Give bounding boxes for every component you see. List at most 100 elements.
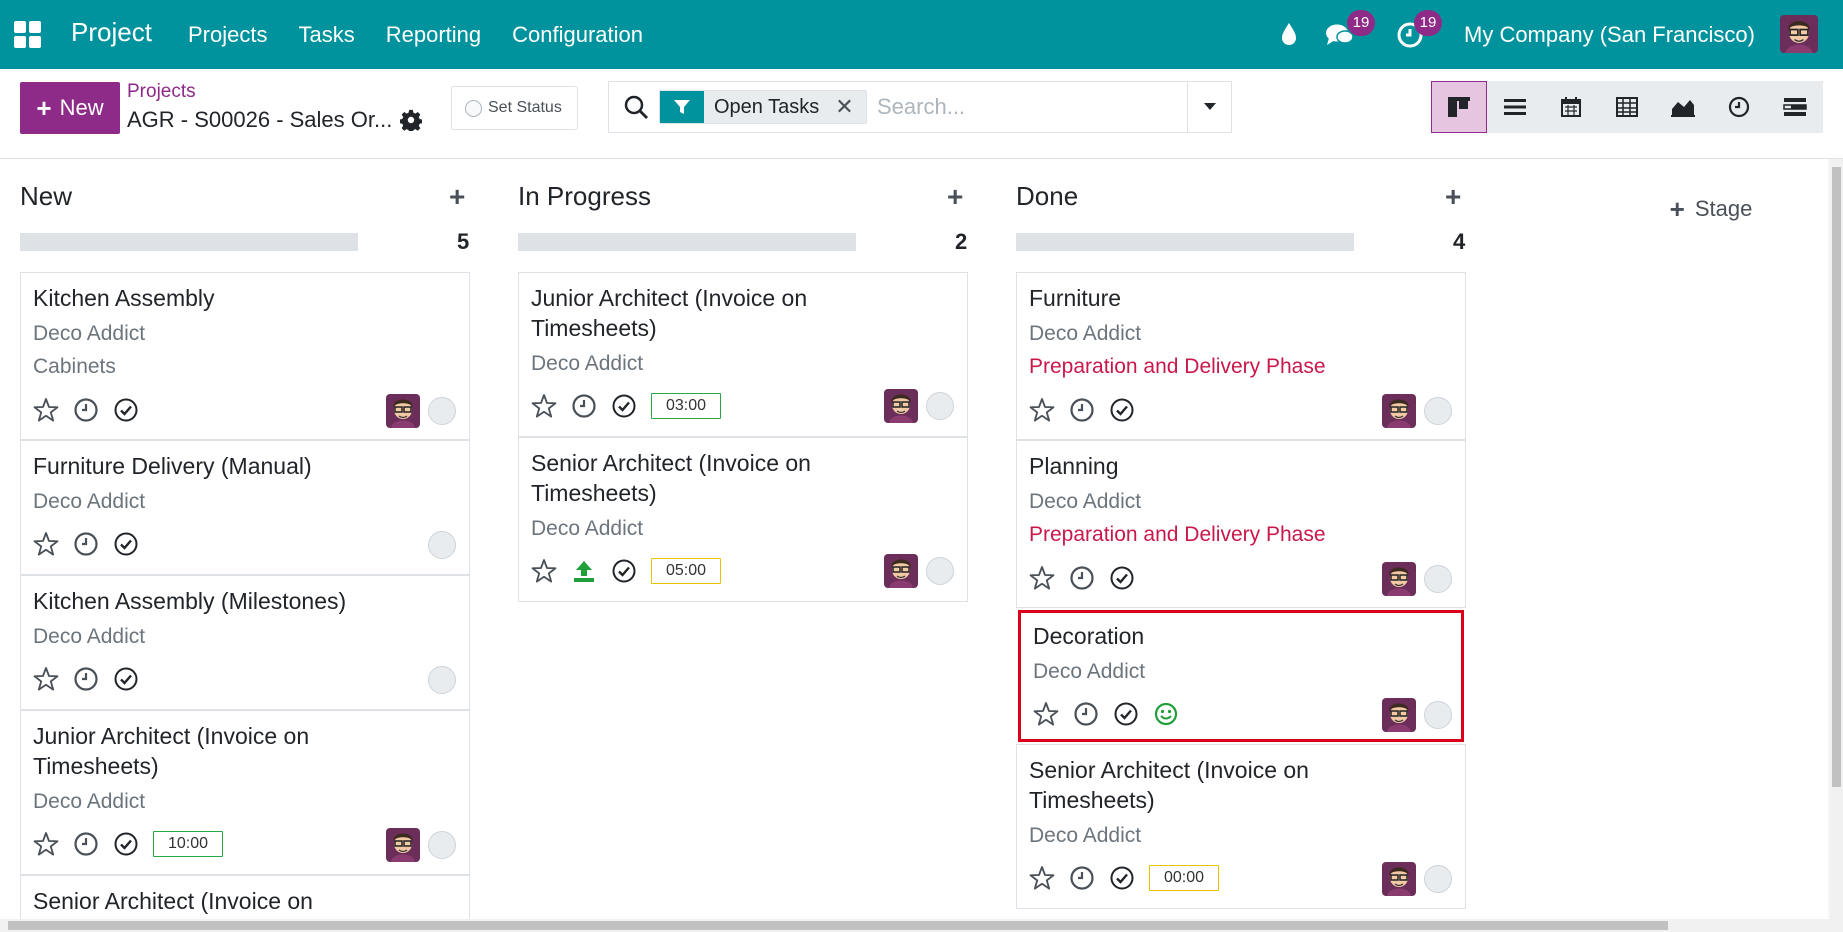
add-card-button[interactable]: +: [449, 181, 465, 213]
menu-projects[interactable]: Projects: [188, 22, 267, 48]
check-icon[interactable]: [113, 831, 139, 857]
star-icon[interactable]: [531, 558, 557, 584]
card-title: Senior Architect (Invoice on Timesheets): [531, 450, 811, 506]
task-card[interactable]: Junior Architect (Invoice on Timesheets)…: [518, 272, 968, 437]
state-circle[interactable]: [428, 666, 456, 694]
breadcrumb-projects[interactable]: Projects: [127, 81, 196, 103]
star-icon[interactable]: [1029, 865, 1055, 891]
list-view-button[interactable]: [1487, 81, 1543, 133]
check-icon[interactable]: [113, 666, 139, 692]
state-circle[interactable]: [428, 397, 456, 425]
pivot-view-button[interactable]: [1599, 81, 1655, 133]
task-card[interactable]: Planning Deco Addict Preparation and Del…: [1016, 440, 1466, 608]
gantt-view-button[interactable]: [1767, 81, 1823, 133]
check-icon[interactable]: [1109, 865, 1135, 891]
star-icon[interactable]: [1029, 397, 1055, 423]
add-card-button[interactable]: +: [947, 181, 963, 213]
filter-icon: [660, 91, 704, 123]
task-card[interactable]: Junior Architect (Invoice on Timesheets)…: [20, 710, 470, 875]
calendar-view-button[interactable]: [1543, 81, 1599, 133]
state-circle[interactable]: [428, 831, 456, 859]
check-icon[interactable]: [611, 558, 637, 584]
assignee-avatar[interactable]: [386, 394, 420, 428]
clock-icon[interactable]: [1069, 565, 1095, 591]
apps-menu-icon[interactable]: [14, 21, 41, 48]
breadcrumb-current: AGR - S00026 - Sales Or...: [127, 107, 393, 132]
state-circle[interactable]: [1424, 865, 1452, 893]
column-progress-bar: [518, 233, 856, 251]
star-icon[interactable]: [33, 531, 59, 557]
assignee-avatar[interactable]: [1382, 698, 1416, 732]
column-title: New: [20, 181, 73, 211]
assignee-avatar[interactable]: [386, 828, 420, 862]
remove-filter-icon[interactable]: ✕: [835, 91, 853, 123]
task-card-highlighted[interactable]: Decoration Deco Addict: [1018, 610, 1464, 742]
set-status-button[interactable]: Set Status: [451, 86, 578, 130]
clock-icon[interactable]: [1069, 397, 1095, 423]
clock-icon[interactable]: [73, 666, 99, 692]
app-name[interactable]: Project: [71, 17, 152, 48]
state-circle[interactable]: [926, 392, 954, 420]
menu-configuration[interactable]: Configuration: [512, 22, 643, 48]
clock-icon[interactable]: [571, 393, 597, 419]
clock-icon[interactable]: [73, 531, 99, 557]
search-options-toggle[interactable]: [1187, 81, 1232, 133]
upload-icon[interactable]: [571, 558, 597, 584]
star-icon[interactable]: [33, 397, 59, 423]
check-icon[interactable]: [113, 531, 139, 557]
star-icon[interactable]: [1033, 701, 1059, 727]
activity-view-button[interactable]: [1711, 81, 1767, 133]
search-icon[interactable]: [623, 94, 649, 120]
clock-icon[interactable]: [73, 397, 99, 423]
company-switcher[interactable]: My Company (San Francisco): [1464, 22, 1755, 48]
check-icon[interactable]: [1109, 397, 1135, 423]
add-stage-button[interactable]: + Stage: [1514, 185, 1828, 233]
drop-icon[interactable]: [1280, 22, 1298, 46]
check-icon[interactable]: [1109, 565, 1135, 591]
clock-icon[interactable]: [1073, 701, 1099, 727]
card-customer: Deco Addict: [1029, 824, 1142, 847]
check-icon[interactable]: [611, 393, 637, 419]
state-circle[interactable]: [1424, 397, 1452, 425]
status-radio-icon: [465, 99, 482, 117]
card-title: Junior Architect (Invoice on Timesheets): [33, 723, 310, 779]
smile-icon[interactable]: [1153, 701, 1179, 727]
gear-icon[interactable]: [400, 109, 422, 131]
set-status-label: Set Status: [488, 99, 562, 116]
task-card[interactable]: Kitchen Assembly Deco Addict Cabinets: [20, 272, 470, 440]
state-circle[interactable]: [1424, 701, 1452, 729]
star-icon[interactable]: [1029, 565, 1055, 591]
star-icon[interactable]: [33, 666, 59, 692]
clock-icon[interactable]: [73, 831, 99, 857]
check-icon[interactable]: [113, 397, 139, 423]
search-input[interactable]: [877, 90, 1177, 124]
star-icon[interactable]: [33, 831, 59, 857]
assignee-avatar[interactable]: [884, 389, 918, 423]
assignee-avatar[interactable]: [1382, 394, 1416, 428]
add-card-button[interactable]: +: [1445, 181, 1461, 213]
state-circle[interactable]: [428, 531, 456, 559]
kanban-view-button[interactable]: [1431, 81, 1487, 133]
assignee-avatar[interactable]: [1382, 562, 1416, 596]
clock-icon[interactable]: [1069, 865, 1095, 891]
new-button[interactable]: + New: [20, 82, 120, 134]
horizontal-scrollbar[interactable]: [0, 919, 1843, 932]
task-card[interactable]: Senior Architect (Invoice on Timesheets)…: [1016, 744, 1466, 909]
state-circle[interactable]: [926, 557, 954, 585]
graph-view-button[interactable]: [1655, 81, 1711, 133]
task-card[interactable]: Senior Architect (Invoice on Timesheets)…: [518, 437, 968, 602]
menu-tasks[interactable]: Tasks: [298, 22, 354, 48]
task-card[interactable]: Furniture Deco Addict Preparation and De…: [1016, 272, 1466, 440]
assignee-avatar[interactable]: [884, 554, 918, 588]
card-customer: Deco Addict: [1029, 322, 1142, 345]
user-avatar[interactable]: [1780, 15, 1818, 53]
task-card[interactable]: Furniture Delivery (Manual) Deco Addict: [20, 440, 470, 575]
menu-reporting[interactable]: Reporting: [386, 22, 481, 48]
task-card[interactable]: Kitchen Assembly (Milestones) Deco Addic…: [20, 575, 470, 710]
assignee-avatar[interactable]: [1382, 862, 1416, 896]
column-title: Done: [1016, 181, 1079, 211]
check-icon[interactable]: [1113, 701, 1139, 727]
vertical-scrollbar[interactable]: [1830, 159, 1843, 919]
star-icon[interactable]: [531, 393, 557, 419]
state-circle[interactable]: [1424, 565, 1452, 593]
